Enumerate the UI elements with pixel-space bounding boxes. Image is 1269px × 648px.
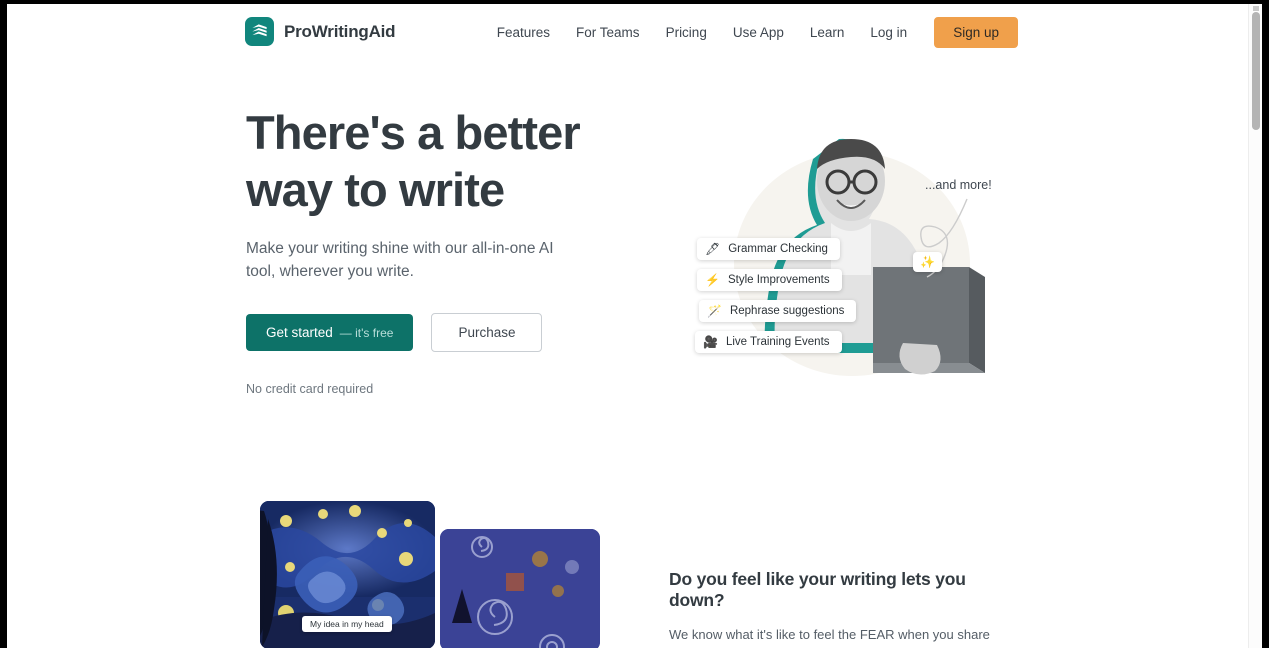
movie-camera-icon: 🎥 (703, 335, 718, 349)
hero-headline: There's a better way to write (246, 104, 646, 218)
sign-up-button[interactable]: Sign up (934, 16, 1018, 48)
vertical-scrollbar[interactable] (1248, 4, 1262, 648)
nav-item-use-app[interactable]: Use App (720, 25, 797, 40)
browser-viewport: ProWritingAid Features For Teams Pricing… (7, 4, 1262, 648)
feature-chip-grammar-checking: 🖋 Grammar Checking (697, 238, 840, 260)
hero-headline-line2: way to write (246, 163, 505, 216)
feature-chip-label: Rephrase suggestions (729, 305, 845, 317)
no-credit-card-note: No credit card required (246, 382, 374, 396)
get-started-label: Get started (266, 325, 333, 340)
nav-item-learn[interactable]: Learn (797, 25, 858, 40)
hero-illustration: ...and more! ✨ 🖋 Grammar Checking ⚡ Styl… (667, 99, 1027, 399)
writing-comparison-collage: My idea in my head (255, 501, 600, 648)
site-logo-text: ProWritingAid (284, 21, 396, 41)
hero-subtitle: Make your writing shine with our all-in-… (246, 240, 554, 280)
quill-pen-icon: 🖋 (705, 242, 721, 256)
page-content: ProWritingAid Features For Teams Pricing… (7, 4, 1248, 648)
scroll-up-arrow-icon[interactable] (1253, 6, 1259, 11)
get-started-button[interactable]: Get started — it's free (246, 314, 414, 351)
get-started-free-note: — it's free (339, 326, 394, 340)
nav-item-pricing[interactable]: Pricing (653, 25, 720, 40)
and-more-annotation: ...and more! (925, 178, 992, 192)
collage-caption: My idea in my head (302, 616, 392, 632)
simplified-painting-card (440, 529, 600, 648)
site-header: ProWritingAid Features For Teams Pricing… (7, 4, 1248, 60)
section2-text-block: Do you feel like your writing lets you d… (669, 569, 1019, 648)
section2-paragraph: We know what it's like to feel the FEAR … (669, 627, 1008, 648)
hero-headline-line1: There's a better (246, 106, 581, 159)
hero-text-block: There's a better way to write Make your … (246, 104, 646, 396)
feature-chip-label: Style Improvements (727, 274, 830, 286)
magic-wand-icon: 🪄 (707, 304, 722, 318)
scrollbar-thumb[interactable] (1252, 12, 1260, 130)
feature-chip-rephrase-suggestions: 🪄 Rephrase suggestions (699, 300, 857, 322)
nav-item-for-teams[interactable]: For Teams (563, 25, 653, 40)
hero-cta-group: Get started — it's free Purchase (246, 313, 646, 352)
nav-item-features[interactable]: Features (484, 25, 563, 40)
feature-chip-live-training-events: 🎥 Live Training Events (695, 331, 842, 353)
sparkle-icon: ✨ (913, 252, 942, 272)
feature-chip-style-improvements: ⚡ Style Improvements (697, 269, 842, 291)
site-logo[interactable]: ProWritingAid (245, 17, 396, 46)
prowritingaid-logo-icon (245, 17, 274, 46)
nav-item-log-in[interactable]: Log in (857, 25, 920, 40)
lightning-bolt-icon: ⚡ (705, 273, 720, 287)
feature-chip-label: Grammar Checking (728, 243, 828, 255)
main-navigation: Features For Teams Pricing Use App Learn… (484, 4, 1018, 60)
purchase-button[interactable]: Purchase (431, 313, 543, 352)
section2-heading: Do you feel like your writing lets you d… (669, 569, 966, 610)
feature-chip-label: Live Training Events (725, 336, 830, 348)
